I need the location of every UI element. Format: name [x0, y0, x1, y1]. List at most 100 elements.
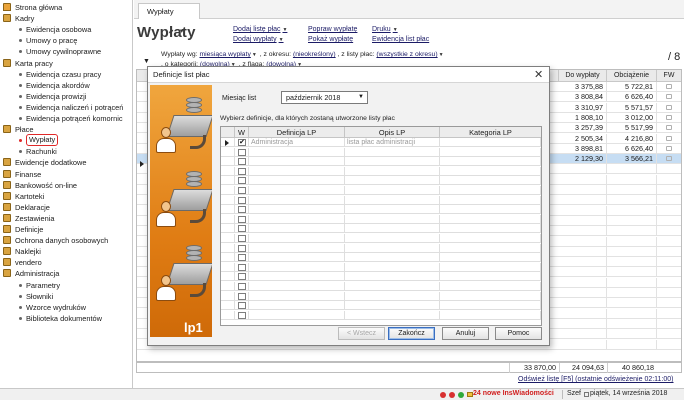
sidebar-item-label: Wypłaty: [26, 134, 59, 147]
back-button[interactable]: < Wstecz: [338, 327, 385, 340]
table-row[interactable]: [221, 272, 541, 282]
include-checkbox[interactable]: [238, 206, 246, 214]
column-header-obciazenie[interactable]: Obciążenie: [607, 70, 657, 82]
table-row[interactable]: [221, 224, 541, 234]
cell-kategoria: [440, 205, 541, 215]
table-row[interactable]: [221, 291, 541, 301]
include-checkbox[interactable]: [238, 244, 246, 252]
cell-obciazenie: [607, 164, 657, 175]
sidebar-item-label: Kadry: [15, 14, 35, 24]
payroll-register-link[interactable]: Ewidencja list płac: [372, 36, 429, 43]
finish-button[interactable]: Zakończ: [388, 327, 435, 340]
include-checkbox[interactable]: ✔: [238, 139, 246, 146]
table-row[interactable]: [221, 301, 541, 311]
table-row[interactable]: Administracja lista płac administracji ✔: [221, 138, 541, 147]
include-checkbox[interactable]: [238, 273, 246, 281]
include-checkbox[interactable]: [238, 187, 246, 194]
column-header-opis[interactable]: Opis LP: [345, 127, 440, 138]
cell-kategoria: [440, 186, 541, 195]
folder-icon: [3, 247, 11, 256]
dialog-titlebar[interactable]: Definicje list płac ✕: [148, 67, 549, 83]
cell-do-wyplaty: [559, 308, 607, 319]
title-dropdown-icon[interactable]: ▾: [180, 27, 188, 35]
messages-indicator[interactable]: 24 nowe InsWiadomości: [473, 390, 554, 397]
column-header-do-wyplaty[interactable]: Do wypłaty: [559, 70, 607, 82]
flag-icon[interactable]: [666, 104, 672, 110]
chevron-down-icon[interactable]: ▼: [439, 52, 444, 58]
include-checkbox[interactable]: [238, 292, 246, 300]
show-payment-link[interactable]: Pokaż wypłatę: [308, 36, 353, 43]
filter-listy-value[interactable]: (wszystkie z okresu): [376, 51, 437, 58]
help-button[interactable]: Pomoc: [495, 327, 542, 340]
column-header-definicja[interactable]: Definicja LP: [249, 127, 345, 138]
month-select[interactable]: październik 2018 ▼: [281, 91, 368, 104]
cell-kategoria: [440, 176, 541, 186]
include-checkbox[interactable]: [238, 196, 246, 204]
table-row[interactable]: [221, 186, 541, 195]
cell-do-wyplaty: [559, 226, 607, 237]
flag-icon[interactable]: [666, 156, 672, 162]
cell-obciazenie: 5 517,99: [607, 123, 657, 134]
table-row[interactable]: [221, 166, 541, 176]
chevron-down-icon[interactable]: ▼: [358, 92, 364, 103]
include-checkbox[interactable]: [238, 283, 246, 290]
add-payroll-list-link[interactable]: Dodaj listę płac ▼: [233, 26, 287, 33]
table-row[interactable]: [221, 310, 541, 320]
sidebar-item-label: Słowniki: [26, 291, 54, 301]
column-header-fw[interactable]: FW: [657, 70, 681, 82]
current-user: Szef: [567, 390, 582, 397]
include-checkbox[interactable]: [238, 311, 246, 319]
table-row[interactable]: [221, 157, 541, 167]
tab-wyplaty[interactable]: Wypłaty: [138, 3, 200, 19]
table-row[interactable]: [221, 262, 541, 272]
include-checkbox[interactable]: [238, 215, 246, 223]
flag-icon[interactable]: [666, 145, 672, 151]
table-row[interactable]: [221, 176, 541, 186]
table-row[interactable]: [221, 234, 541, 243]
include-checkbox[interactable]: [238, 235, 246, 242]
flag-icon[interactable]: [666, 125, 672, 131]
flag-icon[interactable]: [666, 94, 672, 100]
bullet-icon: [19, 117, 22, 120]
cell-do-wyplaty: [559, 174, 607, 185]
add-payments-link[interactable]: Dodaj wypłaty ▼: [233, 36, 284, 43]
refresh-list-link[interactable]: Odśwież listę [F5] (ostatnie odświeżenie…: [518, 376, 674, 383]
include-checkbox[interactable]: [238, 254, 246, 262]
total-obciazenie: 40 860,18: [607, 363, 657, 373]
include-checkbox[interactable]: [238, 302, 246, 310]
print-link[interactable]: Druku ▼: [372, 26, 398, 33]
table-row[interactable]: [221, 243, 541, 253]
cell-kategoria: [440, 234, 541, 243]
table-row[interactable]: [221, 195, 541, 205]
filter-okres-label: , z okresu:: [259, 51, 292, 58]
table-row[interactable]: [221, 147, 541, 157]
chevron-down-icon[interactable]: ▼: [252, 52, 257, 58]
table-row[interactable]: [221, 253, 541, 263]
row-header-cell: [221, 157, 235, 167]
include-checkbox[interactable]: [238, 158, 246, 166]
include-checkbox[interactable]: [238, 148, 246, 156]
table-row[interactable]: [221, 214, 541, 224]
flag-icon[interactable]: [666, 84, 672, 89]
column-header-w[interactable]: W: [235, 127, 249, 138]
table-row[interactable]: [221, 205, 541, 215]
sidebar-item-label: Deklaracje: [15, 202, 50, 212]
filter-expand-icon[interactable]: ▼: [143, 58, 150, 65]
sidebar-item-label: Ewidencja czasu pracy: [26, 69, 102, 79]
include-checkbox[interactable]: [238, 167, 246, 175]
include-checkbox[interactable]: [238, 225, 246, 233]
include-checkbox[interactable]: [238, 263, 246, 271]
filter-line-1: Wypłaty wg: miesiąca wypłaty▼ , z okresu…: [161, 51, 445, 58]
flag-icon[interactable]: [666, 135, 672, 141]
include-checkbox[interactable]: [238, 177, 246, 185]
edit-payment-link[interactable]: Popraw wypłatę: [308, 26, 357, 33]
column-header-kategoria[interactable]: Kategoria LP: [440, 127, 541, 138]
filter-wg-value[interactable]: miesiąca wypłaty: [199, 51, 250, 58]
cancel-button[interactable]: Anuluj: [442, 327, 489, 340]
filter-okres-value[interactable]: (nieokreślony): [293, 51, 336, 58]
close-icon[interactable]: ✕: [534, 68, 543, 81]
flag-icon[interactable]: [666, 114, 672, 120]
cell-do-wyplaty: [559, 185, 607, 195]
cell-obciazenie: 5 571,57: [607, 102, 657, 113]
table-row[interactable]: [221, 282, 541, 291]
